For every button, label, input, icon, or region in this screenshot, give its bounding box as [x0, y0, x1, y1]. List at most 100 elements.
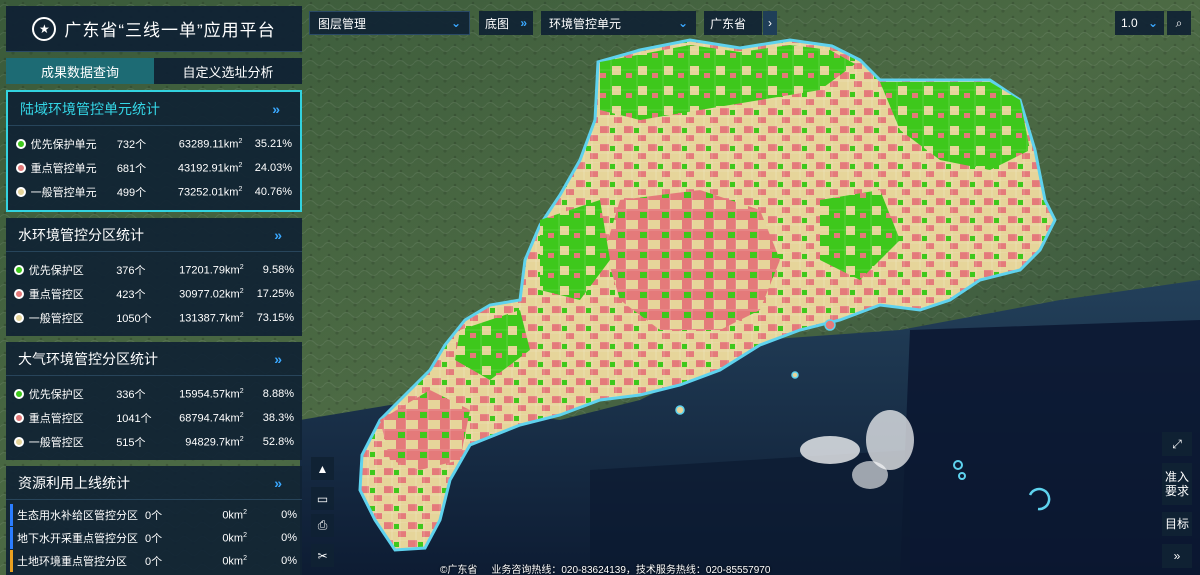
row-area: 0km2	[222, 508, 247, 522]
basemap-button[interactable]: 底图 »	[479, 11, 533, 35]
chevron-right-icon[interactable]: ›	[763, 11, 777, 35]
row-label: 土地环境重点管控分区	[17, 556, 127, 568]
row-percent: 0%	[281, 532, 297, 544]
row-count: 1050个	[116, 313, 152, 325]
row-label: 优先保护单元	[30, 139, 97, 151]
row-area: 17201.79km2	[179, 263, 244, 277]
row-percent: 38.3%	[262, 412, 294, 424]
search-icon: ⌕	[1175, 15, 1183, 30]
key-dot-icon	[14, 413, 24, 423]
card-title: 陆域环境管控单元统计	[20, 100, 160, 117]
target-button[interactable]: 目标	[1162, 512, 1192, 536]
stat-row-key[interactable]: 重点管控单元 681个 43192.91km2 24.03%	[16, 156, 292, 180]
stat-row-key[interactable]: 重点管控区 1041个 68794.74km2 38.3%	[14, 406, 294, 430]
row-percent: 73.15%	[256, 312, 294, 324]
stat-row-key[interactable]: 重点管控区 423个 30977.02km2 17.25%	[14, 282, 294, 306]
row-count: 732个	[116, 139, 147, 151]
row-count: 515个	[116, 437, 146, 449]
zoom-select[interactable]: 1.0 ⌄	[1115, 11, 1164, 35]
clear-icon[interactable]: ✂	[311, 544, 334, 567]
row-percent: 8.88%	[262, 388, 294, 400]
tab-custom-site-analysis[interactable]: 自定义选址分析	[154, 58, 302, 84]
row-percent: 17.25%	[256, 288, 294, 300]
key-dot-icon	[16, 163, 26, 173]
general-dot-icon	[14, 437, 24, 447]
double-chevron-icon[interactable]: »	[274, 227, 282, 243]
app-title: 广东省“三线一单”应用平台	[64, 21, 276, 40]
layer-management-dropdown[interactable]: 图层管理 ⌄	[309, 11, 470, 35]
copyright-text: ©广东省	[440, 565, 478, 575]
row-count: 336个	[116, 389, 146, 401]
stat-row-general[interactable]: 一般管控区 515个 94829.7km2 52.8%	[14, 430, 294, 454]
row-count: 1041个	[116, 413, 152, 425]
land-unit-stats-card: 陆域环境管控单元统计 » 优先保护单元 732个 63289.11km2 35.…	[6, 90, 302, 212]
print-icon[interactable]: ⎙	[311, 514, 334, 537]
row-percent: 9.58%	[262, 264, 294, 276]
double-chevron-down-icon: ⌄	[450, 16, 461, 30]
expand-icon[interactable]: ⤢	[1162, 432, 1192, 456]
row-label: 重点管控单元	[30, 163, 97, 175]
access-requirements-button[interactable]: 准入要求	[1162, 463, 1192, 505]
app-header: ★ 广东省“三线一单”应用平台	[6, 6, 302, 52]
province-value: 广东省	[710, 16, 747, 31]
row-label: 重点管控区	[28, 413, 84, 425]
stat-row-priority[interactable]: 优先保护区 336个 15954.57km2 8.88%	[14, 382, 294, 406]
province-select[interactable]: 广东省	[704, 11, 762, 35]
stat-row-priority[interactable]: 优先保护区 376个 17201.79km2 9.58%	[14, 258, 294, 282]
ruler-icon[interactable]: ▭	[311, 487, 334, 510]
stat-row-priority[interactable]: 优先保护单元 732个 63289.11km2 35.21%	[16, 132, 292, 156]
double-chevron-icon[interactable]: »	[272, 101, 280, 117]
emblem-icon: ★	[32, 16, 57, 41]
row-percent: 35.21%	[254, 138, 293, 150]
row-count: 0个	[145, 533, 163, 545]
row-area: 73252.01km2	[177, 185, 243, 199]
general-dot-icon	[16, 187, 26, 197]
general-dot-icon	[14, 313, 24, 323]
resource-row[interactable]: 土地环境重点管控分区 0个 0km2 0%	[10, 550, 298, 572]
row-area: 15954.57km2	[179, 387, 244, 401]
row-label: 生态用水补给区管控分区	[17, 510, 138, 522]
compass-icon[interactable]: ▲	[311, 457, 334, 480]
row-area: 68794.74km2	[179, 411, 244, 425]
chevron-down-icon: ⌄	[1147, 16, 1158, 30]
tab-result-query[interactable]: 成果数据查询	[6, 58, 154, 84]
row-count: 499个	[116, 187, 147, 199]
left-panel: ★ 广东省“三线一单”应用平台 成果数据查询 自定义选址分析 陆域环境管控单元统…	[6, 6, 302, 575]
priority-dot-icon	[14, 389, 24, 399]
row-percent: 40.76%	[254, 186, 293, 198]
row-area: 0km2	[222, 531, 247, 545]
row-percent: 0%	[281, 555, 297, 567]
layer-management-label: 图层管理	[318, 16, 367, 31]
row-area: 43192.91km2	[177, 161, 243, 175]
resource-row[interactable]: 地下水开采重点管控分区 0个 0km2 0%	[10, 527, 298, 549]
basemap-label: 底图	[485, 16, 510, 31]
double-chevron-icon[interactable]: »	[1162, 544, 1192, 568]
stat-row-general[interactable]: 一般管控单元 499个 73252.01km2 40.76%	[16, 180, 292, 204]
control-unit-value: 环境管控单元	[549, 16, 622, 31]
air-zone-stats-card: 大气环境管控分区统计 » 优先保护区 336个 15954.57km2 8.88…	[6, 342, 302, 460]
control-unit-select[interactable]: 环境管控单元 ⌄	[541, 11, 696, 35]
row-area: 94829.7km2	[185, 435, 244, 449]
double-chevron-icon[interactable]: »	[274, 351, 282, 367]
row-area: 131387.7km2	[179, 311, 244, 325]
row-percent: 24.03%	[254, 162, 293, 174]
search-button[interactable]: ⌕	[1167, 11, 1191, 35]
card-header: 水环境管控分区统计 »	[6, 218, 302, 252]
card-title: 资源利用上线统计	[18, 474, 130, 491]
row-count: 423个	[116, 289, 146, 301]
resource-limit-stats-card: 资源利用上线统计 » 生态用水补给区管控分区 0个 0km2 0% 地下水开采重…	[6, 466, 302, 575]
panel-tabs: 成果数据查询 自定义选址分析	[6, 58, 302, 84]
row-label: 重点管控区	[28, 289, 84, 301]
priority-dot-icon	[14, 265, 24, 275]
row-label: 一般管控区	[28, 313, 84, 325]
resource-row[interactable]: 生态用水补给区管控分区 0个 0km2 0%	[10, 504, 298, 526]
row-area: 0km2	[222, 554, 247, 568]
chevron-down-icon: ⌄	[677, 16, 688, 30]
stat-row-general[interactable]: 一般管控区 1050个 131387.7km2 73.15%	[14, 306, 294, 330]
double-chevron-icon[interactable]: »	[274, 475, 282, 491]
zoom-value: 1.0	[1121, 16, 1138, 30]
map-footer: ©广东省 业务咨询热线：020-83624139，技术服务热线：020-8555…	[440, 561, 770, 575]
row-count: 376个	[116, 265, 146, 277]
key-dot-icon	[14, 289, 24, 299]
water-zone-stats-card: 水环境管控分区统计 » 优先保护区 376个 17201.79km2 9.58%…	[6, 218, 302, 336]
